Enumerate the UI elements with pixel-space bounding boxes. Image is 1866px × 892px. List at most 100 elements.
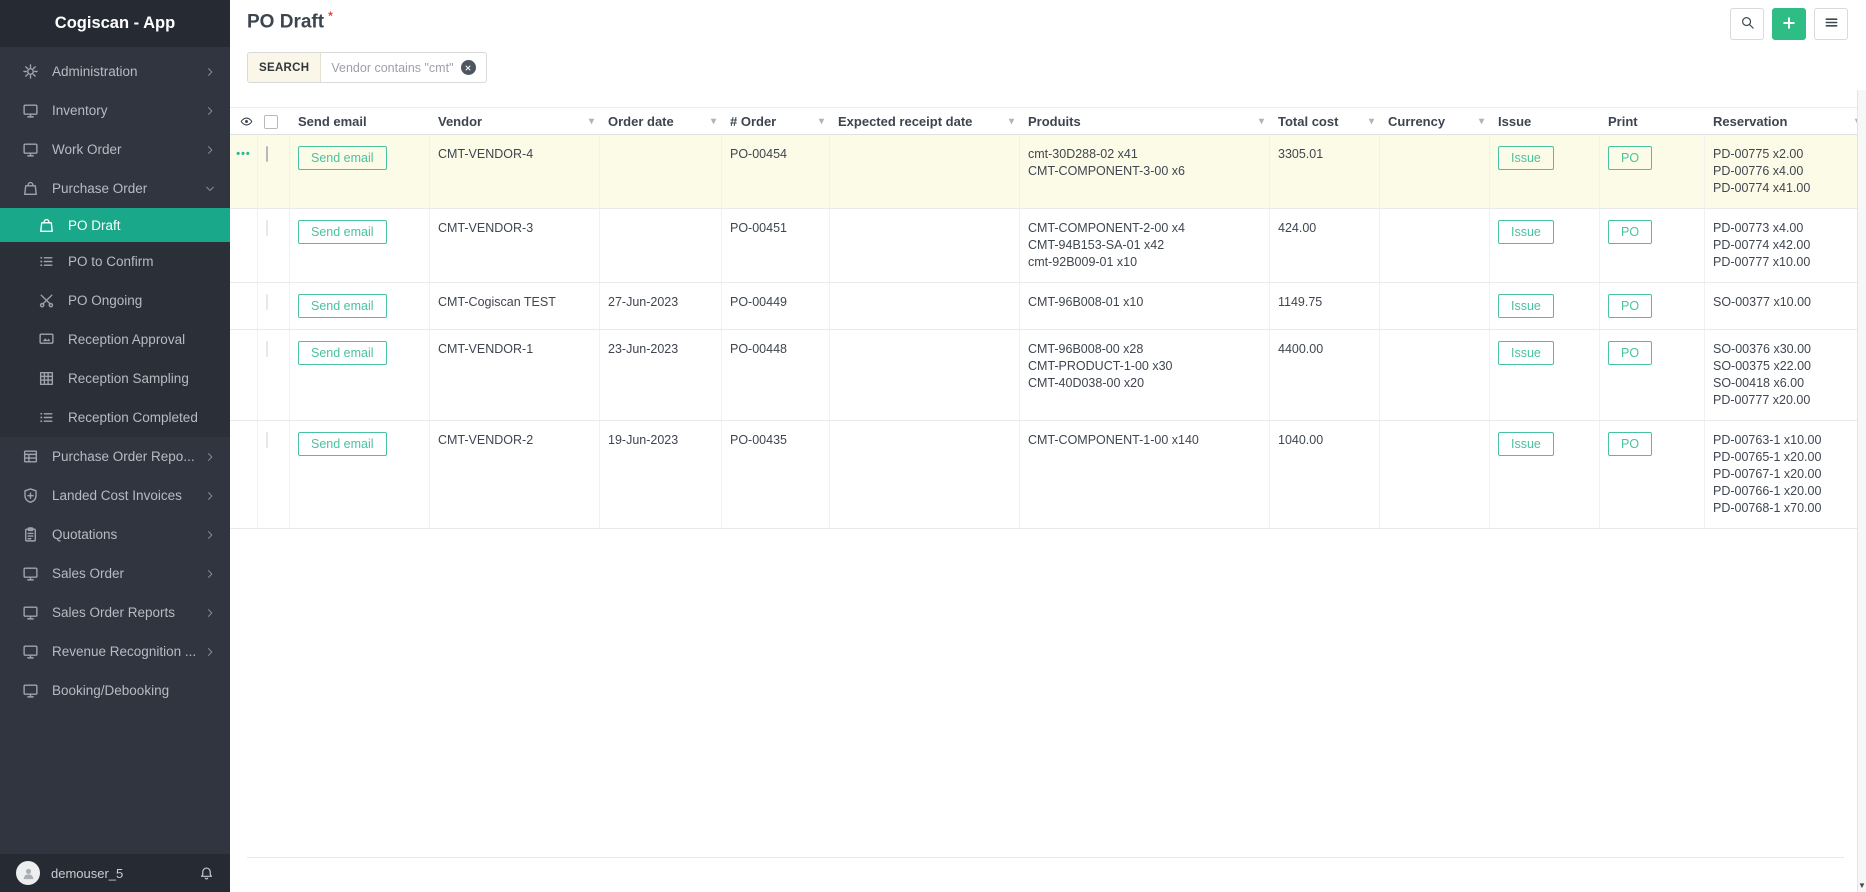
row-checkbox[interactable] <box>266 220 268 236</box>
expected-receipt-date-cell <box>830 135 1020 208</box>
order-number-cell: PO-00454 <box>722 135 830 208</box>
sidebar-item-administration[interactable]: Administration <box>0 52 230 91</box>
order-date-cell: 27-Jun-2023 <box>600 283 722 329</box>
bag-icon <box>38 217 55 234</box>
sidebar-item-reception-completed[interactable]: Reception Completed <box>0 398 230 437</box>
row-actions-icon[interactable]: ••• <box>236 146 251 197</box>
toolbar <box>1730 8 1848 40</box>
print-po-button[interactable]: PO <box>1608 294 1653 318</box>
monitor-icon <box>22 604 39 621</box>
send-email-button[interactable]: Send email <box>298 146 387 170</box>
scrollbar-down-arrow[interactable]: ▼ <box>1858 881 1866 891</box>
table-row[interactable]: Send email CMT-VENDOR-3 PO-00451 CMT-COMPON… <box>230 209 1866 283</box>
sidebar-item-revenue-recognition[interactable]: Revenue Recognition ... <box>0 632 230 671</box>
issue-button[interactable]: Issue <box>1498 341 1554 365</box>
table-row[interactable]: Send email CMT-VENDOR-1 23-Jun-2023 PO-0044… <box>230 330 1866 421</box>
main-content: PO Draft * SEARCH Vendor contains "cmt" S… <box>230 0 1866 892</box>
total-cost-cell: 4400.00 <box>1270 330 1380 420</box>
sidebar-item-quotations[interactable]: Quotations <box>0 515 230 554</box>
print-po-button[interactable]: PO <box>1608 432 1653 456</box>
sidebar-item-reception-approval[interactable]: Reception Approval <box>0 320 230 359</box>
search-bar[interactable]: SEARCH Vendor contains "cmt" <box>247 52 487 83</box>
column-header-expected-receipt-date[interactable]: Expected receipt date ▾ <box>830 108 1020 134</box>
sort-caret-icon[interactable]: ▾ <box>1009 116 1014 127</box>
produits-cell: CMT-96B008-01 x10 <box>1020 283 1270 329</box>
filter-text: Vendor contains "cmt" <box>331 60 454 75</box>
order-date-cell <box>600 135 722 208</box>
vertical-scrollbar[interactable]: ▼ <box>1857 90 1866 892</box>
column-header-currency[interactable]: Currency ▾ <box>1380 108 1490 134</box>
column-header-vendor[interactable]: Vendor ▾ <box>430 108 600 134</box>
sidebar-item-po-to-confirm[interactable]: PO to Confirm <box>0 242 230 281</box>
chevron-right-icon <box>204 529 216 541</box>
send-email-button[interactable]: Send email <box>298 341 387 365</box>
issue-button[interactable]: Issue <box>1498 294 1554 318</box>
issue-button[interactable]: Issue <box>1498 220 1554 244</box>
sidebar-item-purchase-order[interactable]: Purchase Order <box>0 169 230 208</box>
column-header-total-cost[interactable]: Total cost ▾ <box>1270 108 1380 134</box>
sidebar-item-purchase-order-repo[interactable]: Purchase Order Repo... <box>0 437 230 476</box>
vendor-cell: CMT-VENDOR-1 <box>430 330 600 420</box>
filter-close-icon[interactable] <box>460 60 476 75</box>
sidebar-item-work-order[interactable]: Work Order <box>0 130 230 169</box>
issue-button[interactable]: Issue <box>1498 432 1554 456</box>
row-checkbox[interactable] <box>266 341 268 357</box>
send-email-button[interactable]: Send email <box>298 432 387 456</box>
bag-icon <box>22 180 39 197</box>
reservation-cell: PD-00775 x2.00 PD-00776 x4.00 PD-00774 x41… <box>1713 147 1811 195</box>
sidebar-item-inventory[interactable]: Inventory <box>0 91 230 130</box>
sidebar-item-label: Work Order <box>52 142 122 157</box>
monitor-icon <box>22 682 39 699</box>
po-table: Send email Vendor ▾ Order date ▾ # Order ▾ Expe… <box>230 107 1866 529</box>
add-button[interactable] <box>1772 8 1806 40</box>
sort-caret-icon[interactable]: ▾ <box>1369 116 1374 127</box>
column-header-send-email[interactable]: Send email <box>290 108 430 134</box>
sort-caret-icon[interactable]: ▾ <box>1479 116 1484 127</box>
sort-caret-icon[interactable]: ▾ <box>819 116 824 127</box>
select-all-checkbox[interactable] <box>264 115 278 129</box>
sidebar: Cogiscan - App Administration Inventory Wo… <box>0 0 230 892</box>
print-po-button[interactable]: PO <box>1608 220 1653 244</box>
column-header-order-date[interactable]: Order date ▾ <box>600 108 722 134</box>
sidebar-item-label: Sales Order Reports <box>52 605 176 620</box>
sidebar-item-po-ongoing[interactable]: PO Ongoing <box>0 281 230 320</box>
chevron-right-icon <box>204 568 216 580</box>
send-email-button[interactable]: Send email <box>298 220 387 244</box>
column-header-reservation[interactable]: Reservation▾ <box>1705 108 1866 134</box>
sidebar-item-booking-debooking[interactable]: Booking/Debooking <box>0 671 230 710</box>
issue-button[interactable]: Issue <box>1498 146 1554 170</box>
currency-cell <box>1380 330 1490 420</box>
column-header-order[interactable]: # Order ▾ <box>722 108 830 134</box>
sort-caret-icon[interactable]: ▾ <box>711 116 716 127</box>
column-header-issue[interactable]: Issue <box>1490 108 1600 134</box>
table-row[interactable]: Send email CMT-Cogiscan TEST 27-Jun-2023 PO… <box>230 283 1866 330</box>
search-button[interactable] <box>1730 8 1764 40</box>
sidebar-item-sales-order-reports[interactable]: Sales Order Reports <box>0 593 230 632</box>
vendor-cell: CMT-VENDOR-2 <box>430 421 600 528</box>
search-filter-chip: Vendor contains "cmt" <box>321 53 485 82</box>
print-po-button[interactable]: PO <box>1608 341 1653 365</box>
column-header-print[interactable]: Print <box>1600 108 1705 134</box>
row-checkbox[interactable] <box>266 146 268 162</box>
search-label: SEARCH <box>248 53 322 82</box>
send-email-button[interactable]: Send email <box>298 294 387 318</box>
monitor-icon <box>22 141 39 158</box>
preview-eye-icon[interactable] <box>239 115 254 128</box>
chevron-right-icon <box>204 105 216 117</box>
sidebar-item-sales-order[interactable]: Sales Order <box>0 554 230 593</box>
column-header-produits[interactable]: Produits ▾ <box>1020 108 1270 134</box>
sort-caret-icon[interactable]: ▾ <box>1259 116 1264 127</box>
menu-button[interactable] <box>1814 8 1848 40</box>
notifications-bell-icon[interactable] <box>199 866 214 881</box>
table-row[interactable]: ••• Send email CMT-VENDOR-4 PO-00454 cmt-30D… <box>230 135 1866 209</box>
sidebar-item-reception-sampling[interactable]: Reception Sampling <box>0 359 230 398</box>
sidebar-item-po-draft[interactable]: PO Draft <box>0 208 230 242</box>
table-row[interactable]: Send email CMT-VENDOR-2 19-Jun-2023 PO-0043… <box>230 421 1866 529</box>
user-avatar[interactable] <box>16 861 40 885</box>
sidebar-item-landed-cost-invoices[interactable]: Landed Cost Invoices <box>0 476 230 515</box>
currency-cell <box>1380 421 1490 528</box>
row-checkbox[interactable] <box>266 432 268 448</box>
print-po-button[interactable]: PO <box>1608 146 1653 170</box>
row-checkbox[interactable] <box>266 294 268 310</box>
sort-caret-icon[interactable]: ▾ <box>589 116 594 127</box>
